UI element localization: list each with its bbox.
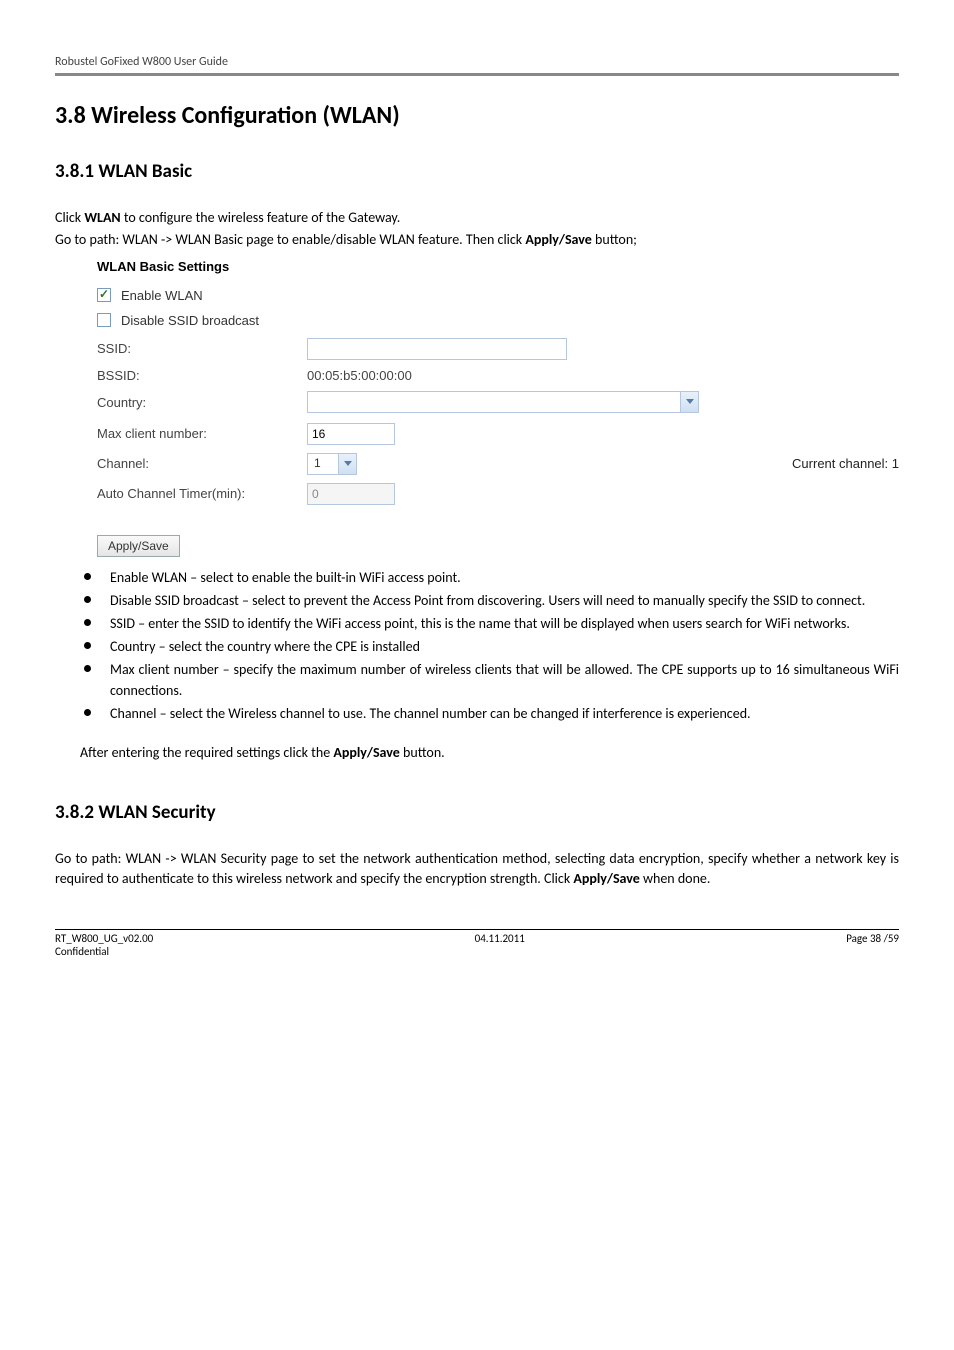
intro1-pre: Click bbox=[55, 209, 84, 226]
channel-select-arrow[interactable] bbox=[338, 454, 356, 474]
list-item: Enable WLAN – select to enable the built… bbox=[80, 567, 899, 588]
country-select[interactable] bbox=[307, 391, 699, 413]
channel-select-value: 1 bbox=[308, 454, 338, 474]
chevron-down-icon bbox=[344, 461, 352, 466]
subsection-security-title: 3.8.2 WLAN Security bbox=[55, 801, 899, 824]
footer-doc: RT_W800_UG_v02.00 bbox=[55, 932, 153, 945]
footer-date: 04.11.2011 bbox=[153, 932, 846, 958]
list-item: Max client number – specify the maximum … bbox=[80, 659, 899, 701]
ssid-input[interactable] bbox=[307, 338, 567, 360]
bssid-label: BSSID: bbox=[97, 368, 307, 383]
country-label: Country: bbox=[97, 395, 307, 410]
max-client-input[interactable] bbox=[307, 423, 395, 445]
doc-header: Robustel GoFixed W800 User Guide bbox=[55, 55, 899, 73]
ssid-label: SSID: bbox=[97, 341, 307, 356]
intro1-bold: WLAN bbox=[84, 209, 120, 226]
after-pre: After entering the required settings cli… bbox=[80, 744, 333, 761]
bssid-value: 00:05:b5:00:00:00 bbox=[307, 368, 732, 383]
section-title: 3.8 Wireless Configuration (WLAN) bbox=[55, 101, 899, 130]
apply-save-button[interactable]: Apply/Save bbox=[97, 535, 180, 557]
enable-wlan-checkbox[interactable] bbox=[97, 288, 111, 302]
intro2-bold: Apply/Save bbox=[525, 231, 591, 248]
after-post: button. bbox=[400, 744, 445, 761]
chevron-down-icon bbox=[686, 399, 694, 404]
intro2-post: button; bbox=[592, 231, 637, 248]
channel-select[interactable]: 1 bbox=[307, 453, 357, 475]
footer-page: Page 38 /59 bbox=[846, 932, 899, 958]
after-text: After entering the required settings cli… bbox=[80, 744, 899, 761]
security-bold: Apply/Save bbox=[573, 870, 639, 887]
channel-label: Channel: bbox=[97, 456, 307, 471]
feature-bullets: Enable WLAN – select to enable the built… bbox=[80, 567, 899, 724]
country-select-arrow[interactable] bbox=[680, 392, 698, 412]
max-client-label: Max client number: bbox=[97, 426, 307, 441]
list-item: Disable SSID broadcast – select to preve… bbox=[80, 590, 899, 611]
enable-wlan-label: Enable WLAN bbox=[121, 288, 203, 303]
intro-line1: Click WLAN to configure the wireless fea… bbox=[55, 208, 899, 228]
country-select-value bbox=[308, 392, 680, 412]
footer-confidential: Confidential bbox=[55, 945, 153, 958]
wlan-basic-panel: WLAN Basic Settings Enable WLAN Disable … bbox=[97, 259, 899, 557]
subsection-basic-title: 3.8.1 WLAN Basic bbox=[55, 160, 899, 183]
security-para: Go to path: WLAN -> WLAN Security page t… bbox=[55, 849, 899, 890]
disable-ssid-checkbox[interactable] bbox=[97, 313, 111, 327]
list-item: Channel – select the Wireless channel to… bbox=[80, 703, 899, 724]
header-rule bbox=[55, 73, 899, 76]
auto-timer-input[interactable] bbox=[307, 483, 395, 505]
intro-line2: Go to path: WLAN -> WLAN Basic page to e… bbox=[55, 230, 899, 250]
intro2-pre: Go to path: WLAN -> WLAN Basic page to e… bbox=[55, 231, 525, 248]
current-channel-text: Current channel: 1 bbox=[732, 456, 899, 471]
auto-timer-label: Auto Channel Timer(min): bbox=[97, 486, 307, 501]
security-post: when done. bbox=[640, 870, 711, 887]
page-footer: RT_W800_UG_v02.00 Confidential 04.11.201… bbox=[55, 930, 899, 958]
list-item: Country – select the country where the C… bbox=[80, 636, 899, 657]
security-pre: Go to path: WLAN -> WLAN Security page t… bbox=[55, 850, 899, 887]
after-bold: Apply/Save bbox=[333, 744, 399, 761]
wlan-panel-title: WLAN Basic Settings bbox=[97, 259, 899, 274]
list-item: SSID – enter the SSID to identify the Wi… bbox=[80, 613, 899, 634]
intro1-post: to configure the wireless feature of the… bbox=[121, 209, 401, 226]
disable-ssid-label: Disable SSID broadcast bbox=[121, 313, 259, 328]
